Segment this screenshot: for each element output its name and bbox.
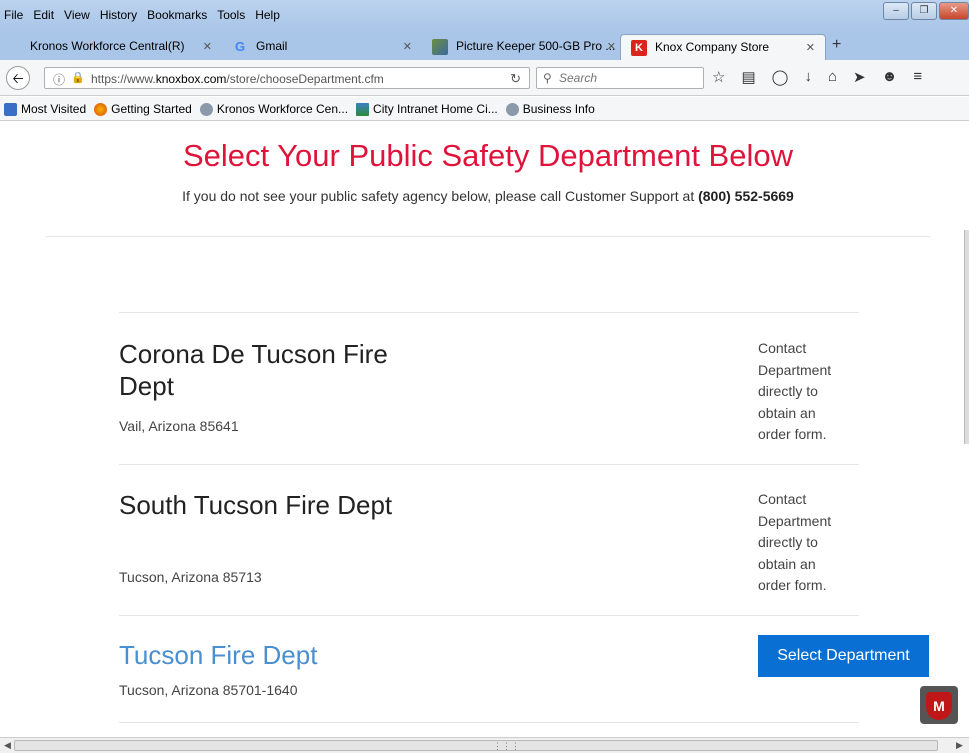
info-icon[interactable]: ⓘ xyxy=(53,71,65,88)
download-icon[interactable]: ↓ xyxy=(804,68,812,86)
bookmark-kronos[interactable]: Kronos Workforce Cen... xyxy=(199,102,348,116)
page-subtitle: If you do not see your public safety age… xyxy=(182,188,794,204)
bookmark-list: Most Visited Getting Started Kronos Work… xyxy=(4,102,595,116)
bookmark-most-visited[interactable]: Most Visited xyxy=(4,102,86,116)
menu-edit[interactable]: Edit xyxy=(33,8,54,22)
page-content: Select Your Public Safety Department Bel… xyxy=(0,122,969,737)
menu-help[interactable]: Help xyxy=(255,8,280,22)
contact-note: Contact Department directly to obtain an… xyxy=(758,491,832,593)
mcafee-icon[interactable]: M xyxy=(920,686,958,724)
bookmarks-bar: Most Visited Getting Started Kronos Work… xyxy=(0,97,969,121)
department-location: Tucson, Arizona 85713 xyxy=(119,569,262,585)
new-tab-icon[interactable]: + xyxy=(832,36,841,54)
menu-file[interactable]: File xyxy=(4,8,23,22)
menu-history[interactable]: History xyxy=(100,8,137,22)
hamburger-menu-icon[interactable]: ≡ xyxy=(913,68,922,86)
chat-icon[interactable]: ☻ xyxy=(882,68,898,86)
search-box[interactable]: ⚲ xyxy=(536,67,704,89)
globe-icon xyxy=(505,102,519,116)
search-icon: ⚲ xyxy=(543,71,552,85)
toolbar-icons: ☆ ▤ ◯ ↓ ⌂ ➤ ☻ ≡ xyxy=(712,68,922,86)
menu-bookmarks[interactable]: Bookmarks xyxy=(147,8,207,22)
select-department-button[interactable]: Select Department xyxy=(758,635,929,677)
search-input[interactable] xyxy=(559,70,699,86)
url-text: https://www.knoxbox.com/store/chooseDepa… xyxy=(91,72,384,86)
menu-tools[interactable]: Tools xyxy=(217,8,245,22)
reading-list-icon[interactable]: ▤ xyxy=(741,68,755,86)
picture-keeper-icon xyxy=(432,39,448,55)
home-icon[interactable]: ⌂ xyxy=(828,68,837,86)
tab-knox-store[interactable]: K Knox Company Store ✕ xyxy=(620,34,826,60)
divider xyxy=(46,236,930,237)
reload-icon[interactable]: ↻ xyxy=(510,71,521,87)
bookmark-business-info[interactable]: Business Info xyxy=(505,102,595,116)
department-name: South Tucson Fire Dept xyxy=(119,490,393,520)
contact-note: Contact Department directly to obtain an… xyxy=(758,340,832,442)
tab-kronos[interactable]: Kronos Workforce Central(R) ✕ xyxy=(0,34,222,60)
city-intranet-icon xyxy=(356,102,370,116)
window-controls: – ❐ ✕ xyxy=(883,2,969,20)
menu-bar: File Edit View History Bookmarks Tools H… xyxy=(0,0,969,30)
divider xyxy=(119,312,859,313)
tab-label: Kronos Workforce Central(R) xyxy=(30,39,185,53)
vertical-scrollbar[interactable] xyxy=(964,230,969,444)
page-title: Select Your Public Safety Department Bel… xyxy=(182,138,793,173)
scroll-right-icon[interactable]: ▶ xyxy=(956,740,963,751)
menu-view[interactable]: View xyxy=(64,8,90,22)
divider xyxy=(119,722,859,723)
globe-icon xyxy=(199,102,213,116)
department-name: Corona De Tucson Fire Dept xyxy=(119,339,388,401)
department-link-tucson[interactable]: Tucson Fire Dept xyxy=(119,639,519,671)
minimize-icon[interactable]: – xyxy=(883,2,909,20)
share-icon[interactable]: ➤ xyxy=(853,68,866,86)
url-bar[interactable]: ⓘ 🔒 https://www.knoxbox.com/store/choose… xyxy=(44,67,530,89)
bookmark-getting-started[interactable]: Getting Started xyxy=(94,102,192,116)
tab-label: Gmail xyxy=(256,39,288,53)
tab-strip: Kronos Workforce Central(R) ✕ G Gmail ✕ … xyxy=(0,30,969,60)
firefox-icon xyxy=(94,102,108,116)
knox-icon: K xyxy=(631,40,647,56)
grip-icon: ⋮⋮⋮ xyxy=(493,741,520,751)
menu-list: File Edit View History Bookmarks Tools H… xyxy=(4,8,280,22)
horizontal-scrollbar[interactable]: ◀ ⋮⋮⋮ ▶ xyxy=(0,737,969,753)
tab-label: Picture Keeper 500-GB Pro ... xyxy=(456,39,616,53)
tab-gmail[interactable]: G Gmail ✕ xyxy=(222,34,422,60)
mcafee-shield-icon: M xyxy=(926,692,952,720)
bookmark-city-intranet[interactable]: City Intranet Home Ci... xyxy=(356,102,498,116)
divider xyxy=(119,464,859,465)
department-location: Vail, Arizona 85641 xyxy=(119,418,239,434)
back-arrow-icon[interactable]: 🡠 xyxy=(6,66,30,90)
close-window-icon[interactable]: ✕ xyxy=(939,2,969,20)
maximize-icon[interactable]: ❐ xyxy=(911,2,937,20)
gmail-icon: G xyxy=(234,39,246,54)
close-tab-icon[interactable]: ✕ xyxy=(403,40,412,53)
close-tab-icon[interactable]: ✕ xyxy=(806,41,815,54)
close-tab-icon[interactable]: ✕ xyxy=(203,40,212,53)
department-location: Tucson, Arizona 85701-1640 xyxy=(119,682,298,698)
tab-picture-keeper[interactable]: Picture Keeper 500-GB Pro ... ✕ xyxy=(422,34,620,60)
tab-label: Knox Company Store xyxy=(655,40,770,54)
most-visited-icon xyxy=(4,102,17,116)
bookmark-star-icon[interactable]: ☆ xyxy=(712,68,725,86)
pocket-icon[interactable]: ◯ xyxy=(772,68,789,86)
scrollbar-thumb[interactable]: ⋮⋮⋮ xyxy=(14,740,938,751)
support-phone: (800) 552-5669 xyxy=(698,188,794,204)
scroll-left-icon[interactable]: ◀ xyxy=(4,740,11,751)
nav-bar: 🡠 ⓘ 🔒 https://www.knoxbox.com/store/choo… xyxy=(0,60,969,96)
lock-icon: 🔒 xyxy=(71,72,85,84)
close-tab-icon[interactable]: ✕ xyxy=(607,40,616,53)
divider xyxy=(119,615,859,616)
